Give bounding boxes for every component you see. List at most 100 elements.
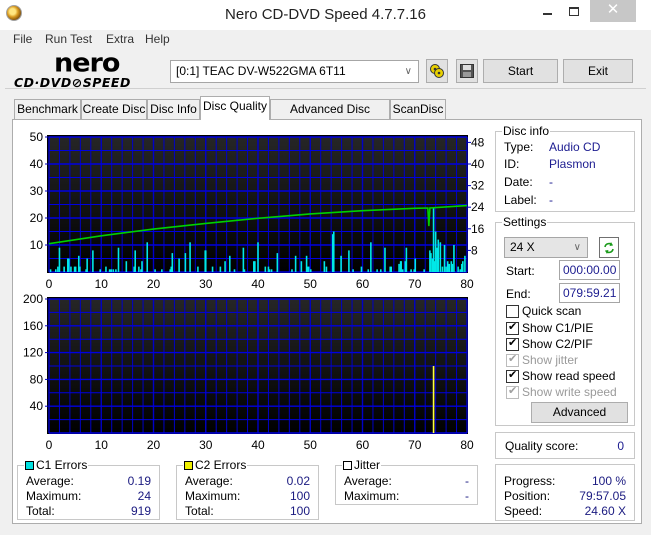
speed-select[interactable]: 24 X ∨ (504, 237, 588, 258)
speed-value: 24.60 X (584, 504, 626, 518)
x-tick-label: 40 (251, 277, 265, 291)
error-bar (110, 269, 112, 272)
c2-chart: 40 80 120 160 200 0 10 20 30 40 50 60 70 80 (23, 292, 474, 452)
error-bar (211, 266, 214, 272)
error-bar (307, 266, 310, 272)
jitter-average-value: - (465, 474, 469, 488)
c2-average-value: 0.02 (286, 474, 310, 488)
x-tick-label: 40 (251, 438, 265, 452)
error-bar (445, 266, 447, 272)
refresh-speed-button[interactable] (599, 237, 619, 258)
jitter-average-row: Average: - (344, 474, 469, 489)
x-tick-label: 80 (460, 277, 474, 291)
error-bar (57, 266, 59, 272)
x-tick-label: 10 (95, 277, 109, 291)
x-tick-label: 20 (147, 277, 161, 291)
disc-type-label: Type: (504, 140, 534, 154)
error-bar (370, 242, 372, 272)
error-bar (54, 269, 57, 272)
show-c1-checkbox[interactable]: Show C1/PIE (506, 320, 593, 336)
error-bar (400, 261, 402, 272)
checkbox-box (506, 368, 519, 383)
y2-tick-label: 8 (471, 243, 478, 257)
checkbox-box (506, 384, 519, 399)
error-bar (443, 245, 446, 272)
jitter-maximum-label: Maximum: (344, 489, 400, 503)
c2-average-row: Average: 0.02 (185, 474, 310, 489)
error-bar (441, 266, 444, 272)
show-c2-checkbox[interactable]: Show C2/PIF (506, 336, 593, 352)
progress-group: Progress: 100 % Position: 79:57.05 Speed: 2… (495, 464, 635, 521)
x-tick-label: 50 (304, 438, 318, 452)
progress-label: Progress: (504, 474, 556, 488)
error-bar (154, 269, 156, 272)
error-bar (405, 247, 408, 272)
error-bar (434, 231, 437, 272)
error-bar (291, 269, 293, 272)
error-bar (270, 269, 273, 272)
c2-total-row: Total: 100 (185, 504, 310, 519)
checkbox-label: Show C1/PIE (522, 321, 594, 335)
tab-disc-quality[interactable]: Disc Quality (200, 96, 270, 120)
error-bar (432, 366, 435, 433)
c1-errors-group: C1 Errors Average: 0.19 Maximum: 24 Total:… (17, 458, 160, 520)
quality-score-group: Quality score: 0 (495, 432, 635, 459)
error-bar (459, 269, 462, 272)
checkbox-box (506, 320, 519, 335)
show-read-speed-checkbox[interactable]: Show read speed (506, 368, 615, 384)
y2-tick-label: 24 (471, 200, 485, 214)
error-bar (204, 250, 207, 272)
x-tick-label: 60 (356, 277, 370, 291)
error-bar (58, 247, 61, 272)
error-bar (398, 263, 400, 272)
error-bar (437, 239, 440, 272)
error-bar (233, 269, 236, 272)
y-tick-label: 80 (30, 372, 44, 386)
error-bar (453, 245, 455, 272)
x-tick-label: 0 (46, 438, 53, 452)
error-bar (224, 261, 226, 272)
c1-errors-title: C1 Errors (24, 458, 89, 472)
checkbox-box (506, 336, 519, 351)
error-bar (379, 269, 382, 272)
error-bar (300, 261, 303, 272)
error-bar (423, 269, 425, 272)
checkbox-box (506, 304, 519, 318)
x-tick-label: 0 (46, 277, 53, 291)
error-bar (219, 266, 222, 272)
error-bar (74, 266, 77, 272)
c2-errors-title: C2 Errors (183, 458, 248, 472)
y-tick-label: 120 (23, 346, 43, 360)
x-tick-label: 80 (460, 438, 474, 452)
disc-date-value: - (549, 175, 553, 189)
jitter-maximum-row: Maximum: - (344, 489, 469, 504)
error-bar (49, 269, 52, 272)
position-value: 79:57.05 (579, 489, 626, 503)
quick-scan-checkbox[interactable]: Quick scan (506, 303, 581, 319)
error-bar (294, 255, 297, 272)
start-time-input[interactable]: 000:00.00 (559, 260, 620, 280)
error-bar (448, 263, 451, 272)
error-bar (86, 258, 88, 272)
error-bar (68, 258, 70, 272)
settings-title: Settings (502, 215, 548, 229)
error-bar (79, 266, 81, 272)
advanced-button[interactable]: Advanced (531, 402, 628, 423)
chevron-down-icon: ∨ (573, 242, 581, 253)
error-bar (410, 269, 412, 272)
disc-info-group: Disc info Type: Audio CD ID: Plasmon Date:… (495, 124, 635, 212)
settings-group: Settings 24 X ∨ Start: 000:00.00 End: 07… (495, 215, 635, 426)
end-time-input[interactable]: 079:59.21 (559, 283, 620, 303)
error-bar (108, 269, 111, 272)
x-tick-label: 30 (199, 277, 213, 291)
y-tick-label: 30 (30, 184, 44, 198)
c1-average-value: 0.19 (127, 474, 151, 488)
error-bar (146, 242, 149, 272)
checkbox-label: Show C2/PIF (522, 337, 593, 351)
c1-total-label: Total: (26, 504, 55, 518)
error-bar (451, 263, 454, 272)
error-bar (390, 266, 393, 272)
error-bar (117, 247, 120, 272)
error-bar (184, 253, 187, 272)
c1-maximum-value: 24 (137, 489, 151, 503)
